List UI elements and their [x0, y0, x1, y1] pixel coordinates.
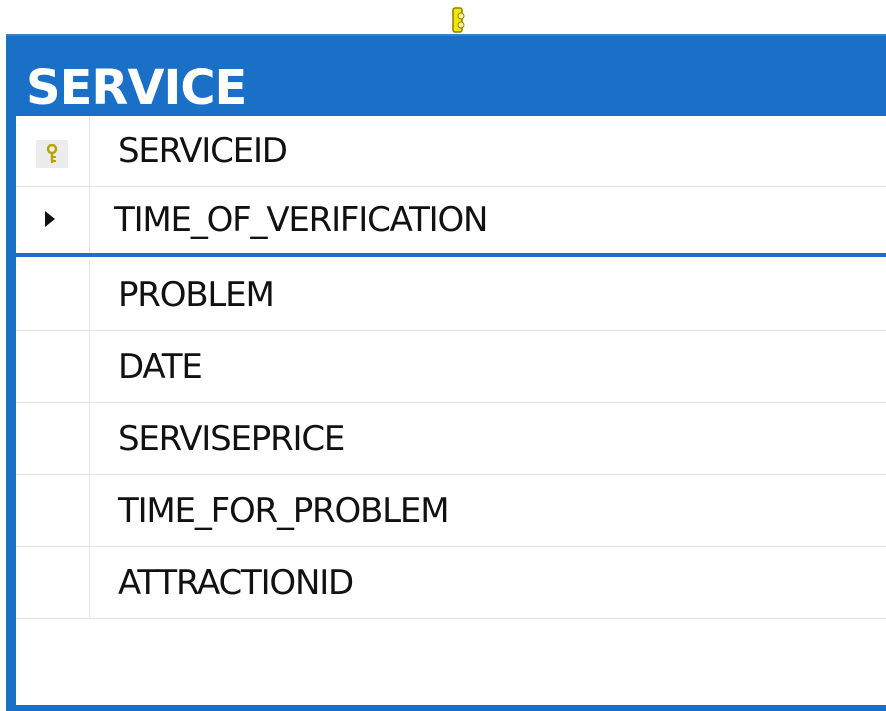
column-row-time-for-problem[interactable]: TIME_FOR_PROBLEM: [16, 476, 886, 547]
column-name[interactable]: ATTRACTIONID: [118, 548, 354, 618]
column-row-attractionid[interactable]: ATTRACTIONID: [16, 548, 886, 619]
row-selector[interactable]: [16, 332, 90, 402]
key-icon: [36, 140, 68, 168]
table-title[interactable]: SERVICE: [26, 60, 247, 116]
column-name[interactable]: DATE: [118, 332, 203, 402]
row-selector[interactable]: [16, 116, 90, 186]
column-name[interactable]: TIME_OF_VERIFICATION: [114, 186, 488, 253]
column-row-serviseprice[interactable]: SERVISEPRICE: [16, 404, 886, 475]
column-grid: SERVICEID TIME_OF_VERIFICATION PROBLEM D…: [16, 116, 886, 705]
column-name[interactable]: PROBLEM: [118, 260, 275, 330]
column-row-time-of-verification[interactable]: TIME_OF_VERIFICATION: [16, 186, 886, 257]
column-name[interactable]: SERVISEPRICE: [118, 404, 345, 474]
row-selector[interactable]: [16, 476, 90, 546]
row-selector[interactable]: [16, 186, 90, 253]
column-name[interactable]: SERVICEID: [118, 116, 288, 186]
row-selector[interactable]: [16, 260, 90, 330]
row-selector[interactable]: [16, 548, 90, 618]
row-selector[interactable]: [16, 404, 90, 474]
column-name[interactable]: TIME_FOR_PROBLEM: [118, 476, 450, 546]
table-designer-box[interactable]: SERVICE SERVICEID TIME_OF_VERIFICATION P…: [6, 34, 886, 711]
relationship-connector-icon[interactable]: [451, 6, 467, 34]
column-row-date[interactable]: DATE: [16, 332, 886, 403]
column-row-serviceid[interactable]: SERVICEID: [16, 116, 886, 187]
column-row-problem[interactable]: PROBLEM: [16, 260, 886, 331]
row-pointer-icon: [45, 211, 55, 227]
